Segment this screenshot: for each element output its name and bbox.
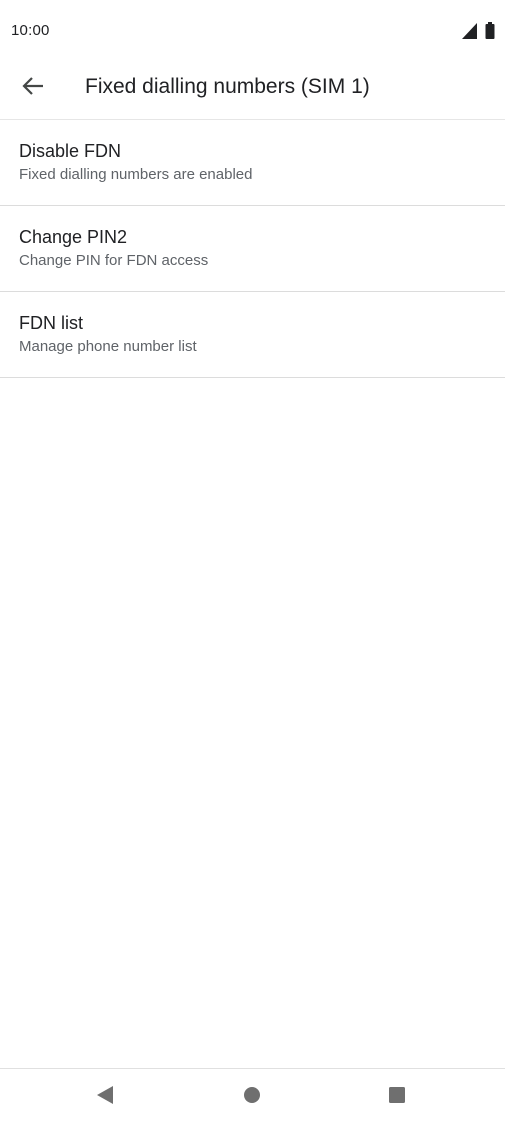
nav-home-button[interactable]	[238, 1083, 266, 1111]
list-item-fdn-list[interactable]: FDN list Manage phone number list	[0, 292, 505, 378]
back-button[interactable]	[18, 73, 48, 103]
item-title: FDN list	[19, 313, 83, 333]
item-summary: Fixed dialling numbers are enabled	[19, 166, 253, 183]
screen: 10:00 Fixed dialling numbers (SIM 1) Dis…	[0, 0, 505, 1124]
list-item-change-pin2[interactable]: Change PIN2 Change PIN for FDN access	[0, 206, 505, 292]
navigation-bar	[0, 1068, 505, 1124]
arrow-back-icon	[22, 76, 44, 101]
nav-back-icon	[96, 1085, 114, 1110]
item-title: Change PIN2	[19, 227, 128, 247]
list-item-disable-fdn[interactable]: Disable FDN Fixed dialling numbers are e…	[0, 120, 505, 206]
status-bar: 10:00	[0, 0, 505, 62]
item-summary: Change PIN for FDN access	[19, 252, 209, 269]
nav-recents-button[interactable]	[383, 1083, 411, 1111]
status-time: 10:00	[11, 22, 50, 39]
nav-recents-icon	[388, 1086, 406, 1109]
item-title: Disable FDN	[19, 141, 122, 161]
battery-icon	[485, 22, 495, 39]
app-bar: Fixed dialling numbers (SIM 1)	[0, 62, 505, 120]
signal-icon	[462, 23, 477, 39]
page-title: Fixed dialling numbers (SIM 1)	[85, 75, 370, 98]
nav-back-button[interactable]	[91, 1083, 119, 1111]
nav-home-icon	[243, 1086, 261, 1109]
settings-list: Disable FDN Fixed dialling numbers are e…	[0, 120, 505, 378]
item-summary: Manage phone number list	[19, 338, 197, 355]
